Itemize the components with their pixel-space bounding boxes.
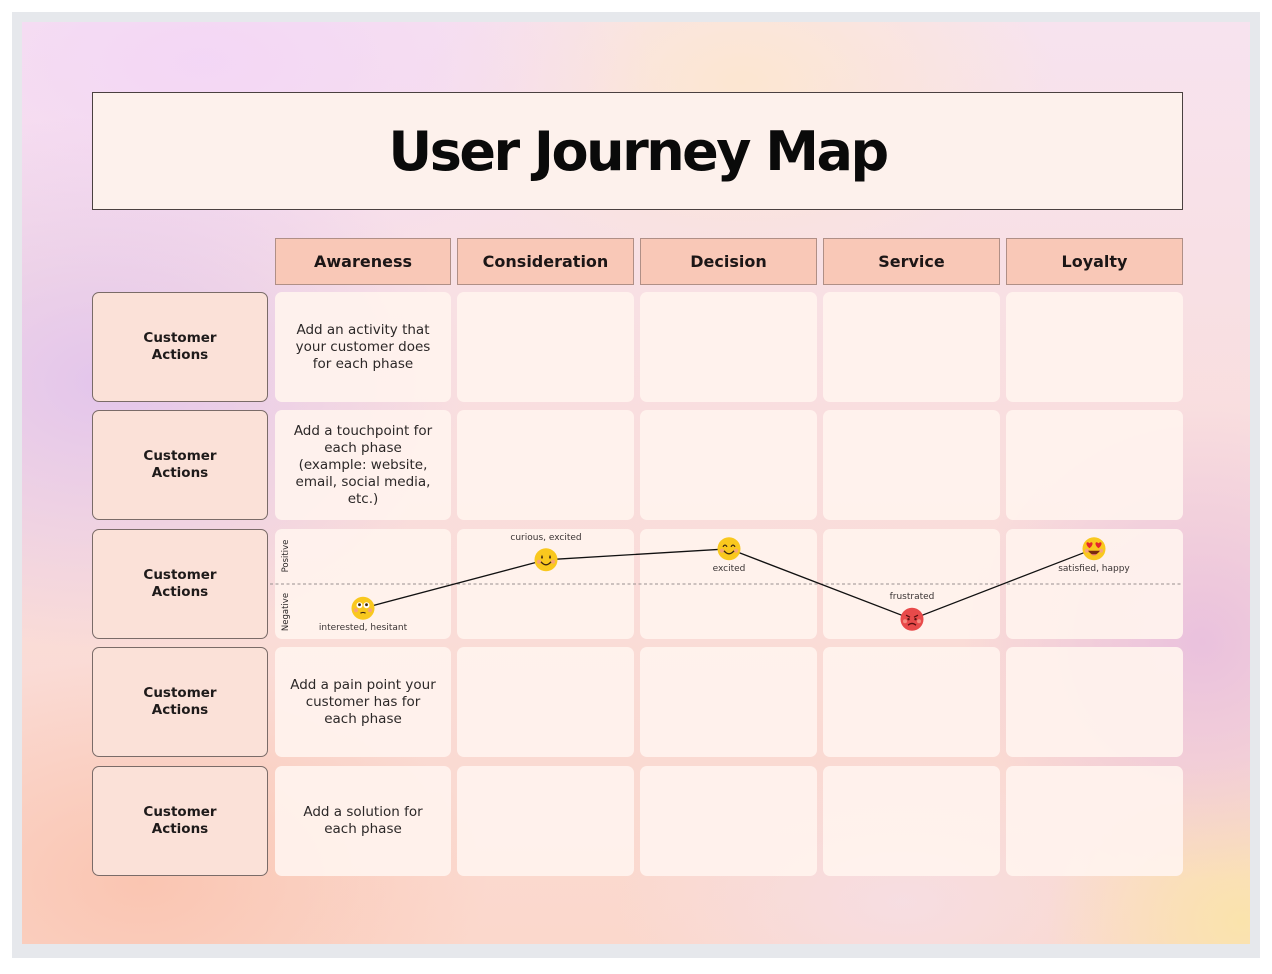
row-label-solutions: Customer Actions bbox=[92, 766, 268, 876]
cell-activity-loyalty[interactable] bbox=[1006, 292, 1183, 402]
cell-emotion-loyalty[interactable] bbox=[1006, 529, 1183, 639]
cell-solution-awareness[interactable]: Add a solution for each phase bbox=[275, 766, 451, 876]
phase-header-awareness: Awareness bbox=[275, 238, 451, 285]
cell-touchpoint-consideration[interactable] bbox=[457, 410, 634, 520]
cell-solution-loyalty[interactable] bbox=[1006, 766, 1183, 876]
cell-touchpoint-service[interactable] bbox=[823, 410, 1000, 520]
emotion-label: excited bbox=[712, 563, 746, 574]
axis-label-positive: Positive bbox=[281, 539, 291, 573]
emotion-label: curious, excited bbox=[510, 532, 582, 543]
cell-activity-service[interactable] bbox=[823, 292, 1000, 402]
axis-label-negative: Negative bbox=[281, 592, 291, 632]
page-title: User Journey Map bbox=[388, 119, 889, 183]
cell-emotion-service[interactable] bbox=[823, 529, 1000, 639]
phase-header-consideration: Consideration bbox=[457, 238, 634, 285]
cell-solution-consideration[interactable] bbox=[457, 766, 634, 876]
cell-touchpoint-loyalty[interactable] bbox=[1006, 410, 1183, 520]
cell-pain-point-decision[interactable] bbox=[640, 647, 817, 757]
cell-solution-decision[interactable] bbox=[640, 766, 817, 876]
cell-touchpoint-awareness[interactable]: Add a touchpoint for each phase (example… bbox=[275, 410, 451, 520]
cell-emotion-consideration[interactable] bbox=[457, 529, 634, 639]
row-label-touchpoints: Customer Actions bbox=[92, 410, 268, 520]
cell-pain-point-loyalty[interactable] bbox=[1006, 647, 1183, 757]
cell-emotion-decision[interactable] bbox=[640, 529, 817, 639]
row-label-emotions: Customer Actions bbox=[92, 529, 268, 639]
cell-solution-service[interactable] bbox=[823, 766, 1000, 876]
cell-activity-consideration[interactable] bbox=[457, 292, 634, 402]
cell-pain-point-awareness[interactable]: Add a pain point your customer has for e… bbox=[275, 647, 451, 757]
phase-header-decision: Decision bbox=[640, 238, 817, 285]
emotion-label: satisfied, happy bbox=[1058, 563, 1130, 574]
cell-touchpoint-decision[interactable] bbox=[640, 410, 817, 520]
emotion-label: interested, hesitant bbox=[318, 623, 408, 634]
cell-activity-awareness[interactable]: Add an activity that your customer does … bbox=[275, 292, 451, 402]
cell-pain-point-service[interactable] bbox=[823, 647, 1000, 757]
row-label-pain-points: Customer Actions bbox=[92, 647, 268, 757]
emotion-label: frustrated bbox=[889, 592, 935, 603]
row-label-activities: Customer Actions bbox=[92, 292, 268, 402]
phase-header-service: Service bbox=[823, 238, 1000, 285]
title-box: User Journey Map bbox=[92, 92, 1183, 210]
cell-activity-decision[interactable] bbox=[640, 292, 817, 402]
cell-pain-point-consideration[interactable] bbox=[457, 647, 634, 757]
phase-header-loyalty: Loyalty bbox=[1006, 238, 1183, 285]
